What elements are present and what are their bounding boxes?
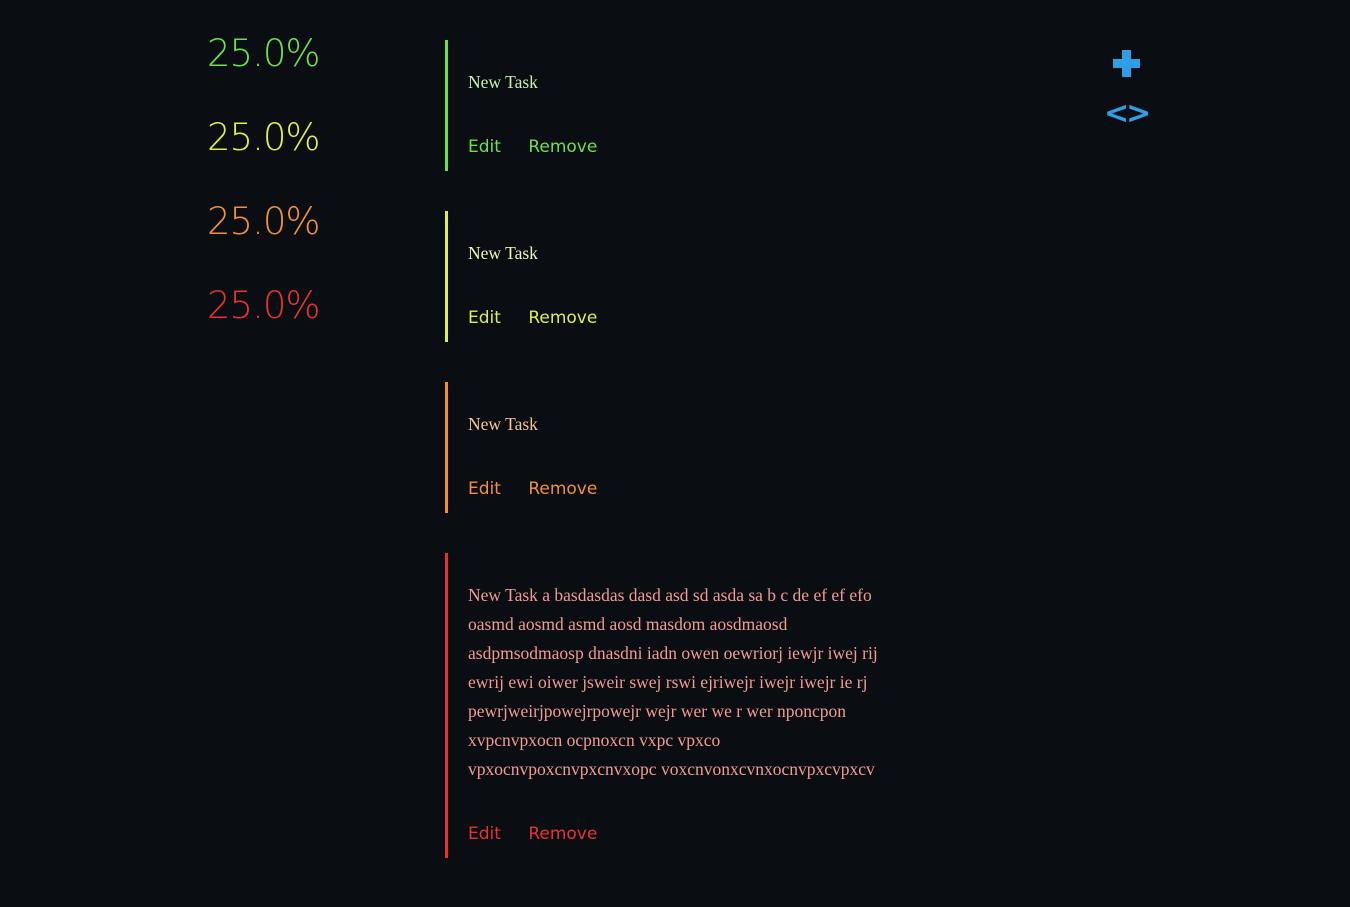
stat-percentage-2: 25.0%: [207, 116, 321, 159]
task-text: New Task: [468, 243, 538, 263]
remove-button[interactable]: Remove: [528, 479, 597, 499]
task-card: New Task Edit Remove: [445, 40, 895, 171]
task-list: New Task Edit Remove New Task Edit Remov…: [445, 40, 895, 898]
task-text: New Task: [468, 72, 538, 92]
remove-button[interactable]: Remove: [528, 308, 597, 328]
remove-button[interactable]: Remove: [528, 137, 597, 157]
controls: <>: [1104, 40, 1151, 129]
task-actions: Edit Remove: [468, 135, 895, 159]
percentage-stats: 25.0% 25.0% 25.0% 25.0%: [207, 30, 321, 366]
plus-icon[interactable]: [1112, 50, 1140, 77]
code-icon[interactable]: <>: [1104, 99, 1151, 129]
edit-button[interactable]: Edit: [468, 824, 501, 844]
task-actions: Edit Remove: [468, 306, 895, 330]
task-text: New Task: [468, 414, 538, 434]
edit-button[interactable]: Edit: [468, 308, 501, 328]
remove-button[interactable]: Remove: [528, 824, 597, 844]
task-card: New Task a basdasdas dasd asd sd asda sa…: [445, 553, 895, 858]
task-actions: Edit Remove: [468, 477, 895, 501]
stat-percentage-1: 25.0%: [207, 32, 321, 75]
task-actions: Edit Remove: [468, 822, 895, 846]
edit-button[interactable]: Edit: [468, 137, 501, 157]
edit-button[interactable]: Edit: [468, 479, 501, 499]
stat-percentage-4: 25.0%: [207, 284, 321, 327]
task-card: New Task Edit Remove: [445, 211, 895, 342]
task-card: New Task Edit Remove: [445, 382, 895, 513]
task-text: New Task a basdasdas dasd asd sd asda sa…: [468, 585, 878, 779]
stat-percentage-3: 25.0%: [207, 200, 321, 243]
